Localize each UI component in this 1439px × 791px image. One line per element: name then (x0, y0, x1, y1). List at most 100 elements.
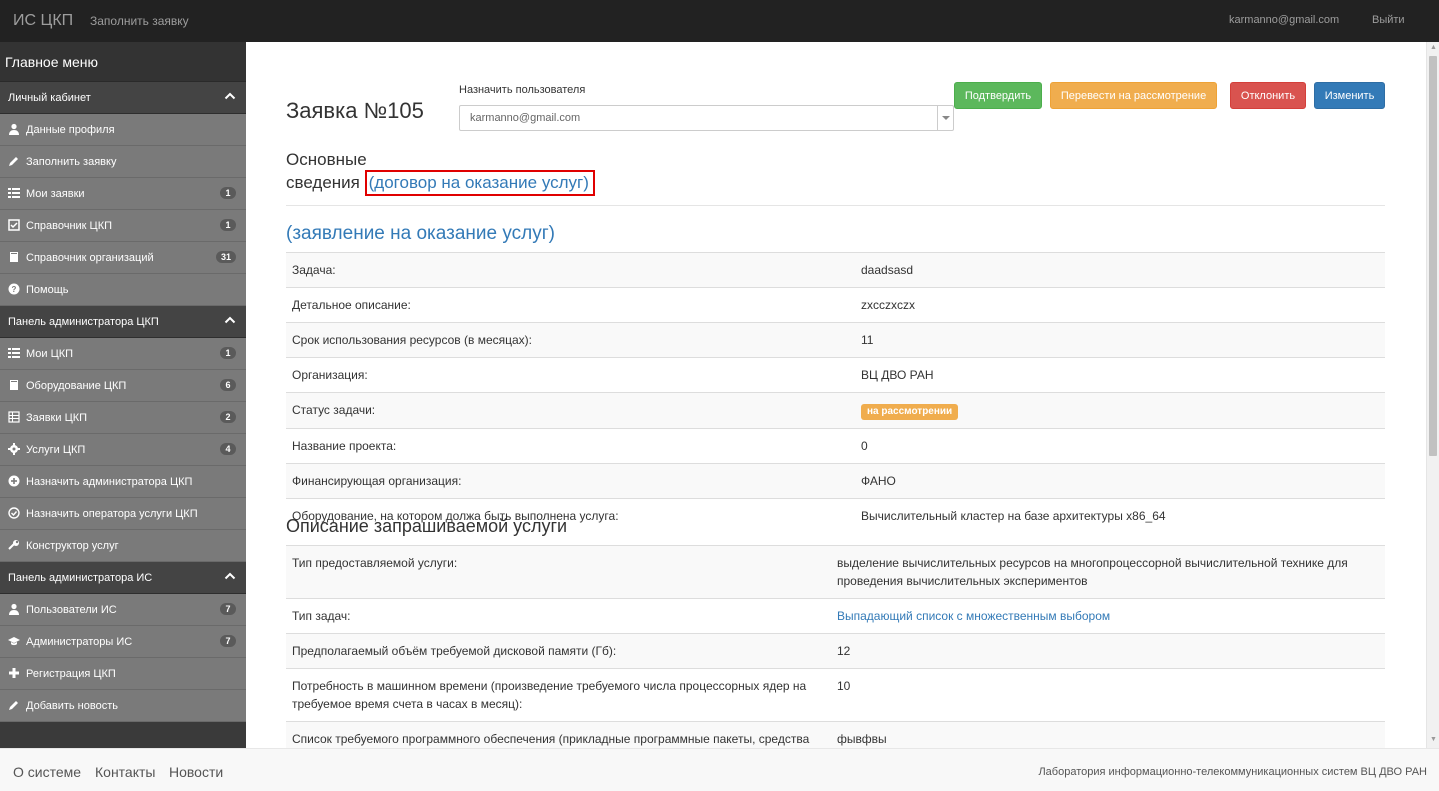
reject-button[interactable]: Отклонить (1230, 82, 1306, 109)
footer-about-link[interactable]: О системе (13, 764, 81, 780)
sidebar-item[interactable]: Справочник организаций 31 (0, 242, 246, 274)
sidebar-item[interactable]: Услуги ЦКП 4 (0, 434, 246, 466)
row-label: Детальное описание: (286, 287, 855, 323)
count-badge: 4 (220, 443, 236, 455)
row-label: Предполагаемый объём требуемой дисковой … (286, 633, 831, 669)
sidebar-item[interactable]: Назначить оператора услуги ЦКП (0, 498, 246, 530)
sidebar-section-header[interactable]: Панель администратора ИС (0, 562, 246, 594)
book-icon (8, 251, 20, 263)
top-navbar: ИС ЦКП Заполнить заявку karmanno@gmail.c… (0, 0, 1439, 42)
sidebar-item-label: Оборудование ЦКП (26, 380, 127, 392)
row-value: daadsasd (861, 263, 914, 277)
count-badge: 1 (220, 187, 236, 199)
row-value-cell: 0 (855, 428, 1385, 464)
sidebar-item[interactable]: Пользователи ИС 7 (0, 594, 246, 626)
check-circle-icon (8, 507, 20, 519)
count-badge: 31 (215, 251, 236, 263)
sidebar-item[interactable]: Справочник ЦКП 1 (0, 210, 246, 242)
row-value: выделение вычислительных ресурсов на мно… (837, 556, 1348, 588)
main-scrollbar[interactable]: ▲ ▼ (1426, 42, 1439, 748)
list-icon (8, 347, 20, 359)
application-link[interactable]: (заявление на оказание услуг) (286, 223, 555, 245)
assign-user-select[interactable]: karmanno@gmail.com (459, 105, 954, 131)
row-value: 12 (837, 644, 851, 658)
table-row: Тип предоставляемой услуги: выделение выч… (286, 545, 1385, 599)
sidebar-item-label: Мои заявки (26, 188, 85, 200)
sidebar-item[interactable]: Данные профиля (0, 114, 246, 146)
brand-link[interactable]: ИС ЦКП (13, 12, 73, 30)
question-circle-icon: ? (8, 283, 20, 295)
sidebar-item-label: Мои ЦКП (26, 348, 74, 360)
divider (286, 205, 1385, 206)
row-value-cell: 12 (831, 633, 1385, 669)
footer-contacts-link[interactable]: Контакты (95, 764, 155, 780)
chevron-down-icon[interactable] (937, 106, 953, 130)
row-value-cell: ФАНО (855, 463, 1385, 499)
scroll-up-icon[interactable]: ▲ (1429, 44, 1438, 53)
contract-link[interactable]: (договор на оказание услуг) (369, 173, 589, 192)
sidebar-item[interactable]: ? Помощь (0, 274, 246, 306)
sidebar-item[interactable]: Заявки ЦКП 2 (0, 402, 246, 434)
row-label: Потребность в машинном времени (произвед… (286, 668, 831, 722)
sidebar-item-label: Заявки ЦКП (26, 412, 88, 424)
nav-fill-request-link[interactable]: Заполнить заявку (90, 14, 189, 28)
row-value-cell: выделение вычислительных ресурсов на мно… (831, 545, 1385, 599)
edit-button[interactable]: Изменить (1314, 82, 1385, 109)
assign-user-value: karmanno@gmail.com (470, 112, 581, 124)
sidebar-item[interactable]: Оборудование ЦКП 6 (0, 370, 246, 402)
table-row: Детальное описание: zxcczxczx (286, 287, 1385, 323)
confirm-button[interactable]: Подтвердить (954, 82, 1042, 109)
sidebar-title: Главное меню (0, 42, 246, 82)
user-email-link[interactable]: karmanno@gmail.com (1229, 14, 1339, 26)
table-row: Тип задач: Выпадающий список с множествен… (286, 598, 1385, 634)
sidebar-section-header[interactable]: Личный кабинет (0, 82, 246, 114)
scroll-down-icon[interactable]: ▼ (1429, 736, 1438, 745)
user-icon (8, 603, 20, 615)
row-label: Список требуемого программного обеспечен… (286, 721, 831, 748)
row-label: Тип предоставляемой услуги: (286, 545, 831, 599)
sidebar-item[interactable]: Регистрация ЦКП (0, 658, 246, 690)
sidebar-item[interactable]: Заполнить заявку (0, 146, 246, 178)
sidebar-section-header[interactable]: Панель администратора ЦКП (0, 306, 246, 338)
sidebar-item-label: Услуги ЦКП (26, 444, 86, 456)
footer-news-link[interactable]: Новости (169, 764, 223, 780)
plus-circle-icon (8, 475, 20, 487)
chevron-up-icon[interactable] (224, 314, 236, 326)
sidebar-item-label: Справочник ЦКП (26, 220, 113, 232)
row-value: фывфвы (837, 732, 887, 746)
sidebar-item[interactable]: Мои ЦКП 1 (0, 338, 246, 370)
row-value-cell: ВЦ ДВО РАН (855, 357, 1385, 393)
chevron-up-icon[interactable] (224, 570, 236, 582)
sidebar: Главное меню Личный кабинет Данные профил… (0, 42, 246, 748)
sidebar-item[interactable]: Добавить новость (0, 690, 246, 722)
count-badge: 7 (220, 603, 236, 615)
chevron-up-icon[interactable] (224, 90, 236, 102)
logout-link[interactable]: Выйти (1372, 14, 1405, 26)
table-row: Название проекта: 0 (286, 428, 1385, 464)
sidebar-item[interactable]: Мои заявки 1 (0, 178, 246, 210)
sidebar-section-title: Личный кабинет (8, 92, 91, 104)
gear-icon (8, 443, 20, 455)
graduation-cap-icon (8, 635, 20, 647)
sidebar-item[interactable]: Конструктор услуг (0, 530, 246, 562)
wrench-icon (8, 539, 20, 551)
row-label: Срок использования ресурсов (в месяцах): (286, 322, 855, 358)
sidebar-section-title: Панель администратора ИС (8, 572, 153, 584)
pencil-icon (8, 155, 20, 167)
sidebar-item[interactable]: Администраторы ИС 7 (0, 626, 246, 658)
review-button[interactable]: Перевести на рассмотрение (1050, 82, 1217, 109)
scrollbar-thumb[interactable] (1429, 56, 1437, 456)
row-value-cell: на рассмотрении (855, 392, 1385, 429)
row-value: zxcczxczx (861, 298, 915, 312)
service-info-table: Тип предоставляемой услуги: выделение выч… (286, 545, 1385, 748)
main-content: Заявка №105 Назначить пользователя karma… (246, 42, 1426, 748)
basic-info-title: Основные сведения (договор на оказание у… (286, 149, 595, 196)
sidebar-item-label: Назначить администратора ЦКП (26, 476, 193, 488)
table-row: Финансирующая организация: ФАНО (286, 463, 1385, 499)
task-type-link[interactable]: Выпадающий список с множественным выборо… (837, 609, 1110, 623)
row-value: Вычислительный кластер на базе архитекту… (861, 509, 1166, 523)
sidebar-item-label: Назначить оператора услуги ЦКП (26, 508, 198, 520)
sidebar-item[interactable]: Назначить администратора ЦКП (0, 466, 246, 498)
contract-link-highlight: (договор на оказание услуг) (364, 170, 595, 196)
table-row: Срок использования ресурсов (в месяцах):… (286, 322, 1385, 358)
